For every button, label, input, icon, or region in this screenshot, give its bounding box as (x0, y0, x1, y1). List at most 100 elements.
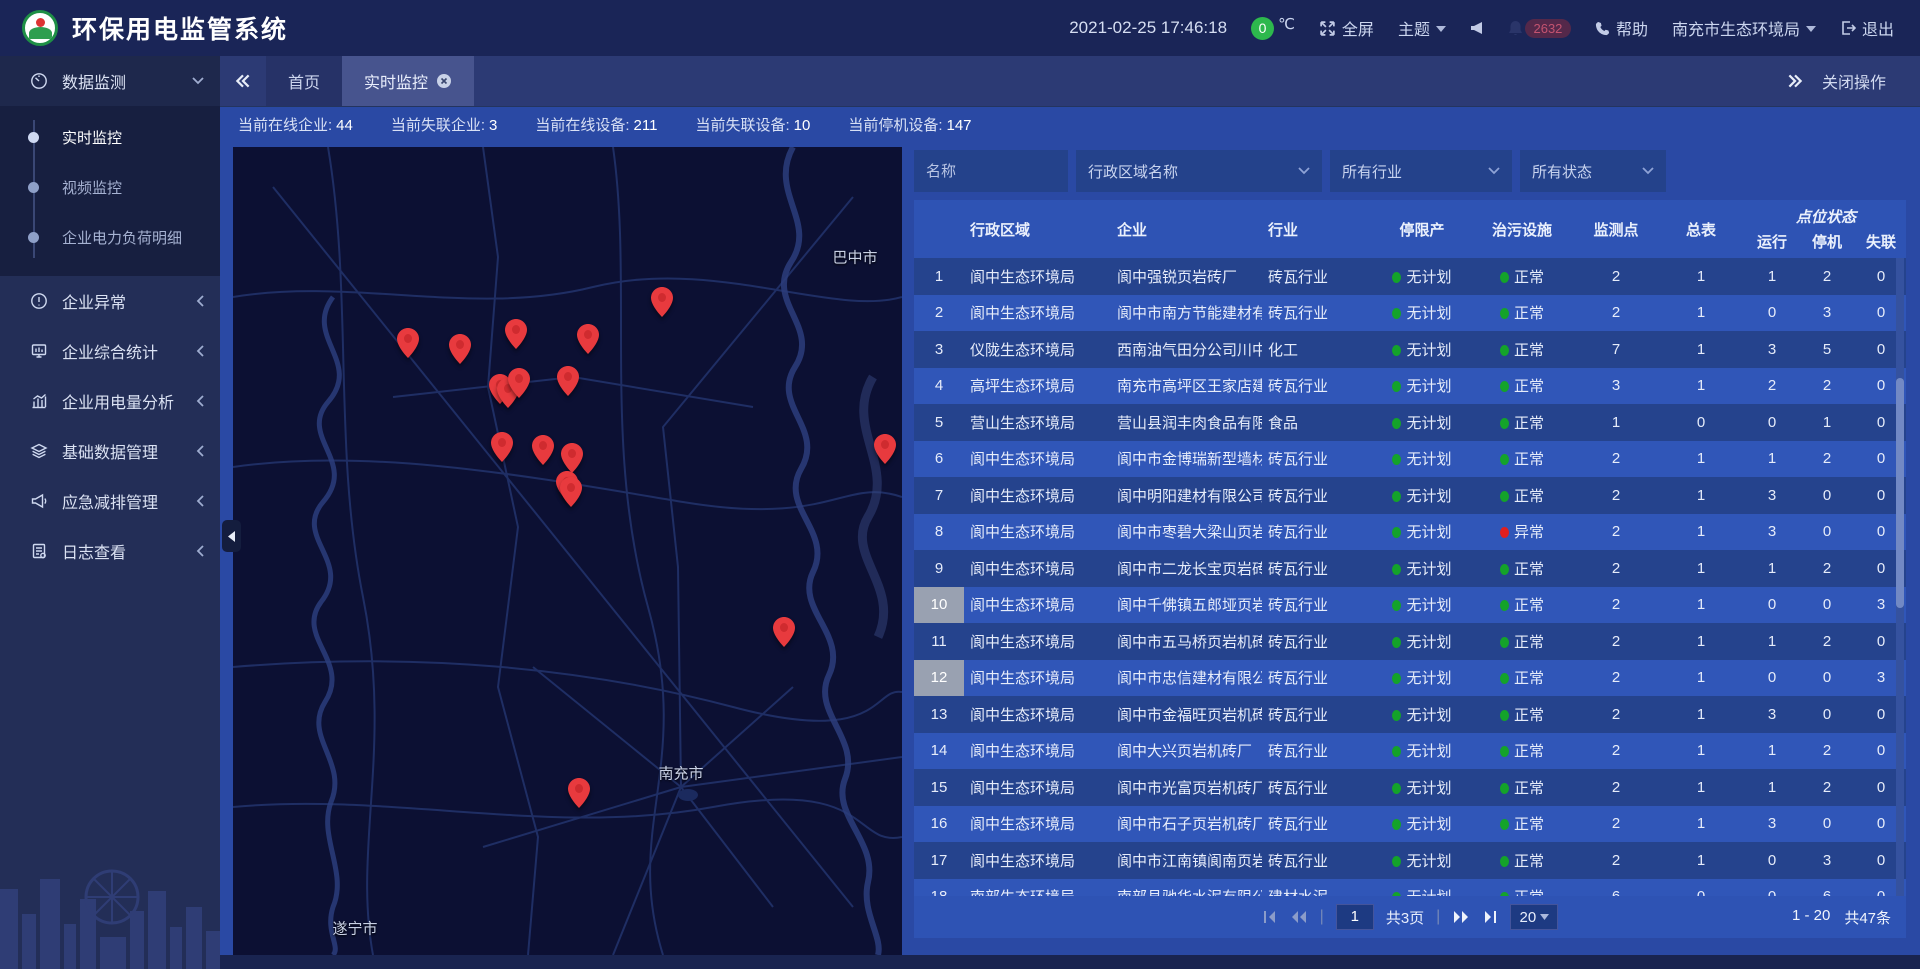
cell-region: 阆中生态环境局 (964, 302, 1111, 323)
sidebar-subitem-企业电力负荷明细[interactable]: 企业电力负荷明细 (0, 212, 220, 262)
page-size-select[interactable]: 20 (1510, 904, 1558, 930)
table-row[interactable]: 1阆中生态环境局阆中强锐页岩砖厂砖瓦行业无计划正常21120 (914, 258, 1906, 295)
status-dot-green (1392, 783, 1401, 794)
tabs-scroll-left-button[interactable] (220, 56, 266, 106)
table-row[interactable]: 4高坪生态环境局南充市高坪区王家店建砖瓦行业无计划正常31220 (914, 368, 1906, 405)
map-marker-pin[interactable] (449, 334, 471, 364)
theme-menu[interactable]: 主题 (1398, 16, 1446, 40)
sidebar-subitem-视频监控[interactable]: 视频监控 (0, 162, 220, 212)
table-row[interactable]: 17阆中生态环境局阆中市江南镇阆南页岩砖瓦行业无计划正常21030 (914, 842, 1906, 879)
map-marker-pin[interactable] (561, 443, 583, 473)
cell-region: 阆中生态环境局 (964, 558, 1111, 579)
sidebar-item-2[interactable]: 企业异常 (0, 276, 220, 326)
industry-filter-select[interactable]: 所有行业 (1330, 150, 1512, 192)
cell-region: 高坪生态环境局 (964, 375, 1111, 396)
table-row[interactable]: 14阆中生态环境局阆中大兴页岩机砖厂砖瓦行业无计划正常21120 (914, 733, 1906, 770)
table-rows: 1阆中生态环境局阆中强锐页岩砖厂砖瓦行业无计划正常211202阆中生态环境局阆中… (914, 258, 1906, 896)
prev-page-button[interactable] (1290, 910, 1308, 924)
table-row[interactable]: 18南部生态环境局南部县驰华水泥有限公建材水泥无计划正常60060 (914, 879, 1906, 897)
sidebar-item-3[interactable]: 企业综合统计 (0, 326, 220, 376)
col-region: 行政区域 (964, 219, 1111, 240)
tabs-scroll-right-button[interactable] (1786, 72, 1804, 90)
map-marker-pin[interactable] (508, 368, 530, 398)
fullscreen-icon (1319, 20, 1336, 37)
cell-limit-status: 无计划 (1374, 375, 1470, 396)
cell-limit-status: 无计划 (1374, 558, 1470, 579)
sidebar-item-7[interactable]: 日志查看 (0, 526, 220, 576)
cell-limit-status: 无计划 (1374, 266, 1470, 287)
table-row[interactable]: 7阆中生态环境局阆中明阳建材有限公司砖瓦行业无计划正常21300 (914, 477, 1906, 514)
sidebar-item-label: 企业异常 (62, 289, 126, 313)
map-marker-pin[interactable] (773, 617, 795, 647)
name-filter-input[interactable] (914, 150, 1068, 192)
table-row[interactable]: 8阆中生态环境局阆中市枣碧大梁山页岩砖瓦行业无计划异常21300 (914, 514, 1906, 551)
map-marker-pin[interactable] (557, 366, 579, 396)
table-row[interactable]: 5营山生态环境局营山县润丰肉食品有限食品无计划正常10010 (914, 404, 1906, 441)
cell-stop-count: 1 (1800, 414, 1854, 431)
map-marker-pin[interactable] (532, 435, 554, 465)
notification-button[interactable]: 2632 (1508, 19, 1571, 38)
chevron-left-icon (196, 345, 204, 357)
sidebar-item-6[interactable]: 应急减排管理 (0, 476, 220, 526)
map-city-label: 巴中市 (832, 247, 877, 268)
fullscreen-button[interactable]: 全屏 (1319, 16, 1374, 40)
table-row[interactable]: 9阆中生态环境局阆中市二龙长宝页岩砖砖瓦行业无计划正常21120 (914, 550, 1906, 587)
map-collapse-handle[interactable] (222, 520, 241, 552)
status-filter-select[interactable]: 所有状态 (1520, 150, 1666, 192)
table-row[interactable]: 3仪陇生态环境局西南油气田分公司川中化工无计划正常71350 (914, 331, 1906, 368)
cell-facility-status: 正常 (1470, 594, 1574, 615)
cell-limit-status: 无计划 (1374, 485, 1470, 506)
table-scrollbar[interactable] (1896, 258, 1904, 896)
map-canvas[interactable]: 巴中市南充市遂宁市 (233, 147, 902, 955)
close-tab-icon[interactable] (436, 73, 452, 89)
map-marker-pin[interactable] (560, 477, 582, 507)
sidebar-subitem-实时监控[interactable]: 实时监控 (0, 112, 220, 162)
cell-stop-count: 2 (1800, 560, 1854, 577)
sidebar-item-1[interactable]: 数据监测 (0, 56, 220, 106)
first-page-button[interactable] (1262, 910, 1278, 924)
map-marker-pin[interactable] (577, 324, 599, 354)
sidebar-item-5[interactable]: 基础数据管理 (0, 426, 220, 476)
cell-industry: 砖瓦行业 (1262, 485, 1374, 506)
user-org-menu[interactable]: 南充市生态环境局 (1672, 16, 1816, 40)
cell-industry: 砖瓦行业 (1262, 302, 1374, 323)
map-marker-pin[interactable] (651, 287, 673, 317)
map-marker-pin[interactable] (491, 432, 513, 462)
status-dot-green (1392, 564, 1401, 575)
cell-run-count: 0 (1744, 852, 1800, 869)
page-number-input[interactable]: 1 (1336, 904, 1374, 930)
table-row[interactable]: 16阆中生态环境局阆中市石子页岩机砖厂砖瓦行业无计划正常21300 (914, 806, 1906, 843)
cell-region: 南部生态环境局 (964, 886, 1111, 896)
close-operations-menu[interactable]: 关闭操作 (1822, 69, 1886, 93)
cell-industry: 砖瓦行业 (1262, 594, 1374, 615)
table-row[interactable]: 11阆中生态环境局阆中市五马桥页岩机砖砖瓦行业无计划正常21120 (914, 623, 1906, 660)
sidebar-item-4[interactable]: 企业用电量分析 (0, 376, 220, 426)
cell-meter-count: 1 (1658, 487, 1744, 504)
table-row[interactable]: 6阆中生态环境局阆中市金博瑞新型墙材砖瓦行业无计划正常21120 (914, 441, 1906, 478)
table-row[interactable]: 12阆中生态环境局阆中市忠信建材有限公砖瓦行业无计划正常21003 (914, 660, 1906, 697)
row-number: 16 (914, 806, 964, 843)
cell-limit-status: 无计划 (1374, 521, 1470, 542)
next-page-button[interactable] (1452, 910, 1470, 924)
cell-run-count: 0 (1744, 888, 1800, 896)
table-row[interactable]: 15阆中生态环境局阆中市光富页岩机砖厂砖瓦行业无计划正常21120 (914, 769, 1906, 806)
cell-meter-count: 1 (1658, 341, 1744, 358)
logout-button[interactable]: 退出 (1840, 16, 1894, 40)
cell-monitor-count: 2 (1574, 596, 1658, 613)
map-marker-pin[interactable] (874, 434, 896, 464)
announcement-button[interactable] (1470, 21, 1484, 35)
cell-meter-count: 1 (1658, 742, 1744, 759)
region-filter-select[interactable]: 行政区域名称 (1076, 150, 1322, 192)
map-marker-pin[interactable] (505, 319, 527, 349)
cell-monitor-count: 2 (1574, 742, 1658, 759)
scrollbar-thumb[interactable] (1896, 378, 1904, 608)
tab-realtime-monitor[interactable]: 实时监控 (342, 56, 474, 106)
help-button[interactable]: 帮助 (1595, 16, 1648, 40)
tab-home[interactable]: 首页 (266, 56, 342, 106)
last-page-button[interactable] (1482, 910, 1498, 924)
map-marker-pin[interactable] (397, 328, 419, 358)
table-row[interactable]: 2阆中生态环境局阆中市南方节能建材有砖瓦行业无计划正常21030 (914, 295, 1906, 332)
map-marker-pin[interactable] (568, 778, 590, 808)
table-row[interactable]: 10阆中生态环境局阆中千佛镇五郎垭页岩砖瓦行业无计划正常21003 (914, 587, 1906, 624)
table-row[interactable]: 13阆中生态环境局阆中市金福旺页岩机砖砖瓦行业无计划正常21300 (914, 696, 1906, 733)
